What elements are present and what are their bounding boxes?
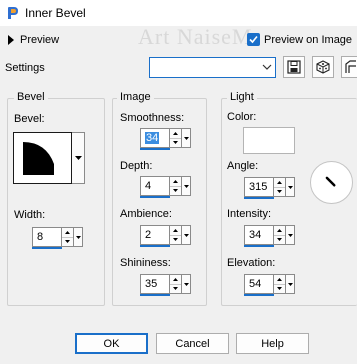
arrow-up-icon[interactable] <box>274 226 285 235</box>
depth-menu-button[interactable] <box>182 176 191 196</box>
preset-dropdown[interactable] <box>149 57 276 78</box>
width-label: Width: <box>14 209 46 221</box>
window-title: Inner Bevel <box>25 6 86 20</box>
watermark-text: Art NaiseM <box>138 24 253 49</box>
smoothness-value: 34 <box>145 132 160 144</box>
arrow-down-icon[interactable] <box>170 234 181 245</box>
expand-preview-chevron-icon[interactable] <box>7 35 15 45</box>
arrow-up-icon[interactable] <box>274 178 285 187</box>
menu-arrow-icon <box>287 282 293 286</box>
angle-dial[interactable] <box>309 160 354 205</box>
chevron-down-icon <box>262 64 272 70</box>
color-label: Color: <box>227 111 257 123</box>
arrow-up-icon[interactable] <box>170 226 181 235</box>
bevel-shape-dropdown[interactable] <box>72 132 85 184</box>
shininess-menu-button[interactable] <box>182 274 191 294</box>
image-group-title: Image <box>117 91 154 103</box>
depth-arrows[interactable] <box>170 176 182 196</box>
arrow-down-icon[interactable] <box>170 185 181 196</box>
arrow-up-icon[interactable] <box>170 177 181 186</box>
ambience-label: Ambience: <box>120 208 172 220</box>
help-button[interactable]: Help <box>236 333 309 354</box>
randomize-button[interactable] <box>312 56 334 78</box>
shininess-input[interactable]: 35 <box>140 274 170 296</box>
arrow-down-icon[interactable] <box>170 283 181 294</box>
preview-toggle-label[interactable]: Preview <box>20 34 59 46</box>
arrow-up-icon[interactable] <box>170 129 181 138</box>
angle-arrows[interactable] <box>274 177 286 197</box>
elevation-arrows[interactable] <box>274 274 286 294</box>
elevation-spinner[interactable]: 54 <box>244 274 295 296</box>
bevel-shape-preview[interactable] <box>13 132 72 184</box>
smoothness-input[interactable]: 34 <box>140 128 170 150</box>
ok-button[interactable]: OK <box>75 333 148 354</box>
ambience-input[interactable]: 2 <box>140 225 170 247</box>
arrow-up-icon[interactable] <box>170 275 181 284</box>
shininess-label: Shininess: <box>120 257 171 269</box>
menu-arrow-icon <box>183 233 189 237</box>
angle-label: Angle: <box>227 160 259 172</box>
arrow-down-icon[interactable] <box>62 236 73 247</box>
cancel-button[interactable]: Cancel <box>156 333 229 354</box>
elevation-input[interactable]: 54 <box>244 274 274 296</box>
preview-on-image-label[interactable]: Preview on Image <box>264 34 352 46</box>
elevation-menu-button[interactable] <box>286 274 295 294</box>
bevel-shape-icon <box>23 142 54 175</box>
menu-arrow-icon <box>287 233 293 237</box>
arrow-down-icon[interactable] <box>274 186 285 197</box>
reset-button[interactable] <box>341 56 357 78</box>
bevel-label: Bevel: <box>14 113 45 125</box>
menu-arrow-icon <box>183 184 189 188</box>
ambience-arrows[interactable] <box>170 225 182 245</box>
intensity-input[interactable]: 34 <box>244 225 274 247</box>
settings-label: Settings <box>5 62 45 74</box>
bevel-group-title: Bevel <box>14 91 48 103</box>
checkbox-checked-icon[interactable] <box>247 33 260 46</box>
preview-on-image-checkbox[interactable]: Preview on Image <box>247 33 352 46</box>
menu-arrow-icon <box>75 235 81 239</box>
elevation-label: Elevation: <box>227 257 276 269</box>
ambience-menu-button[interactable] <box>182 225 191 245</box>
ambience-spinner[interactable]: 2 <box>140 225 191 247</box>
bevel-group <box>7 98 105 306</box>
angle-input[interactable]: 315 <box>244 177 274 199</box>
smoothness-menu-button[interactable] <box>182 128 191 148</box>
light-color-swatch[interactable] <box>243 127 295 154</box>
reset-icon <box>344 60 356 73</box>
width-spinner[interactable]: 8 <box>32 227 83 249</box>
depth-spinner[interactable]: 4 <box>140 176 191 198</box>
arrow-down-icon[interactable] <box>274 234 285 245</box>
save-preset-button[interactable] <box>283 56 305 78</box>
depth-input[interactable]: 4 <box>140 176 170 198</box>
angle-spinner[interactable]: 315 <box>244 177 295 199</box>
smoothness-label: Smoothness: <box>120 112 185 124</box>
angle-menu-button[interactable] <box>286 177 295 197</box>
shininess-spinner[interactable]: 35 <box>140 274 191 296</box>
intensity-label: Intensity: <box>227 208 272 220</box>
menu-arrow-icon <box>183 282 189 286</box>
arrow-up-icon[interactable] <box>274 275 285 284</box>
paintshop-app-icon <box>8 7 18 19</box>
width-input[interactable]: 8 <box>32 227 62 249</box>
menu-arrow-icon <box>287 185 293 189</box>
arrow-down-icon[interactable] <box>170 137 181 148</box>
shininess-arrows[interactable] <box>170 274 182 294</box>
triangle-down-icon <box>74 156 82 160</box>
save-icon <box>287 60 301 74</box>
dice-icon <box>316 60 330 74</box>
depth-label: Depth: <box>120 160 153 172</box>
light-group-title: Light <box>227 91 257 103</box>
width-arrows[interactable] <box>62 227 74 247</box>
arrow-down-icon[interactable] <box>274 283 285 294</box>
width-menu-button[interactable] <box>74 227 83 247</box>
intensity-arrows[interactable] <box>274 225 286 245</box>
smoothness-arrows[interactable] <box>170 128 182 148</box>
menu-arrow-icon <box>183 136 189 140</box>
intensity-spinner[interactable]: 34 <box>244 225 295 247</box>
smoothness-spinner[interactable]: 34 <box>140 128 191 150</box>
arrow-up-icon[interactable] <box>62 228 73 237</box>
intensity-menu-button[interactable] <box>286 225 295 245</box>
